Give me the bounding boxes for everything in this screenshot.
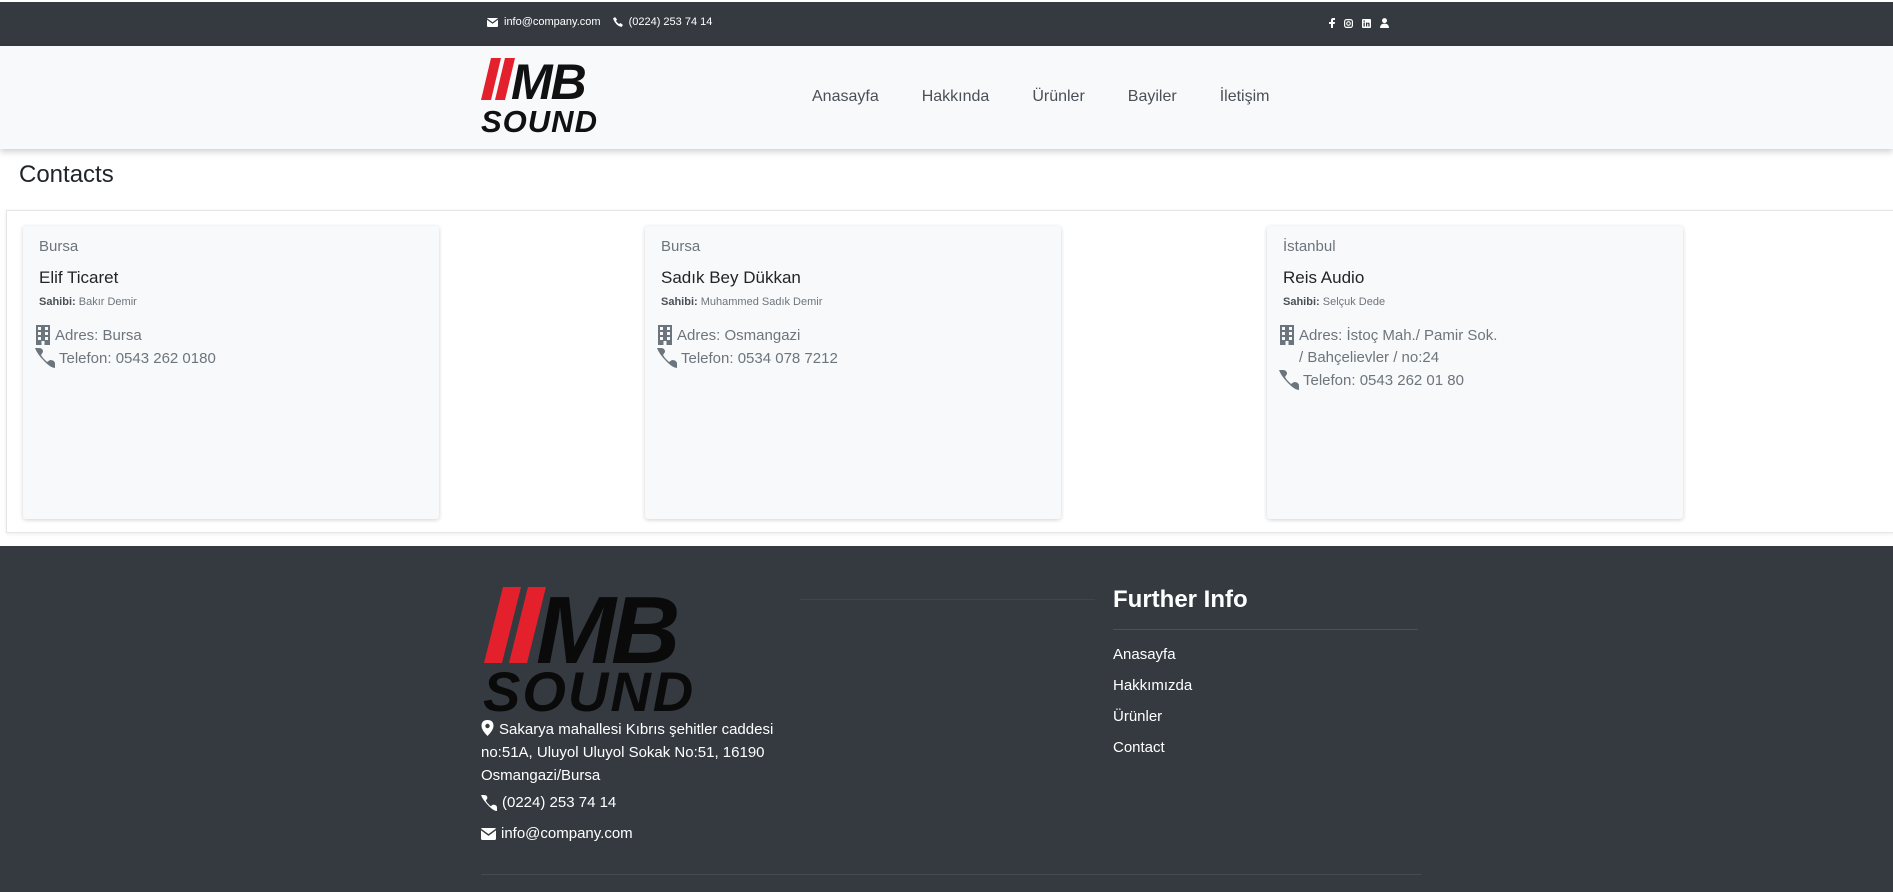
footer-address: Sakarya mahallesi Kıbrıs şehitler caddes… [481,718,781,787]
dealer-card: Bursa Elif Ticaret Sahibi: Bakır Demir A… [23,226,439,519]
footer-phone-text[interactable]: (0224) 253 74 14 [502,794,616,811]
svg-text:SOUND: SOUND [483,660,695,714]
envelope-icon [487,17,498,27]
footer-link-contact[interactable]: Contact [1113,739,1192,770]
top-bar: info@company.com (0224) 253 74 14 [0,2,1893,46]
dealer-card: İstanbul Reis Audio Sahibi: Selçuk Dede … [1267,226,1683,519]
card-address: Adres: Osmangazi [657,325,800,347]
phone-icon [612,17,623,27]
building-icon [658,325,672,345]
footer-phone: (0224) 253 74 14 [481,794,616,811]
instagram-icon[interactable] [1344,18,1353,28]
mb-sound-logo-graphic: MB SOUND [483,577,695,723]
card-city: İstanbul [1283,238,1336,255]
card-city: Bursa [39,238,79,255]
footer-link-anasayfa[interactable]: Anasayfa [1113,646,1192,677]
card-city: Bursa [661,238,701,255]
card-address-line: Adres: İstoç Mah./ Pamir Sok. [1299,327,1498,344]
phone-icon [657,348,677,368]
dealer-card: Bursa Sadık Bey Dükkan Sahibi: Muhammed … [645,226,1061,519]
top-phone[interactable]: (0224) 253 74 14 [629,16,713,28]
top-contact: info@company.com (0224) 253 74 14 [487,16,712,28]
footer-bottom-divider [481,874,1421,875]
card-address-line: Adres: Osmangazi [677,327,801,344]
owner-label: Sahibi: [1283,296,1320,308]
svg-text:SOUND: SOUND [481,104,598,136]
card-address: Adres: İstoç Mah./ Pamir Sok. / Bahçelie… [1279,325,1497,369]
card-phone: Telefon: 0543 262 0180 [35,348,216,370]
card-dealer-name: Reis Audio [1283,268,1365,287]
further-info-divider [1113,629,1418,630]
owner-label: Sahibi: [39,296,76,308]
owner-name: Muhammed Sadık Demir [700,296,823,308]
svg-text:MB: MB [511,56,586,110]
card-phone-text[interactable]: Telefon: 0543 262 01 80 [1303,370,1464,392]
card-phone: Telefon: 0543 262 01 80 [1279,370,1464,392]
footer-address-text: Sakarya mahallesi Kıbrıs şehitler caddes… [481,721,774,784]
mb-sound-logo-graphic: MB SOUND [481,54,598,139]
card-owner: Sahibi: Bakır Demir [39,296,137,308]
building-icon [1280,325,1294,345]
owner-name: Bakır Demir [78,296,137,308]
footer-email: info@company.com [481,825,633,842]
card-owner: Sahibi: Muhammed Sadık Demir [661,296,822,308]
card-owner: Sahibi: Selçuk Dede [1283,296,1385,308]
site-footer: MB SOUND Sakarya mahallesi Kıbrıs şehitl… [0,546,1893,892]
nav-item-iletisim[interactable]: İletişim [1220,88,1270,106]
card-dealer-name: Sadık Bey Dükkan [661,268,801,287]
footer-link-hakkimizda[interactable]: Hakkımızda [1113,677,1192,708]
main-navbar: MB SOUND Anasayfa Hakkında Ürünler Bayil… [0,46,1893,149]
nav-menu: Anasayfa Hakkında Ürünler Bayiler İletiş… [812,88,1312,106]
page-title: Contacts [19,161,114,188]
envelope-icon [481,827,496,840]
footer-logo[interactable]: MB SOUND [481,577,786,723]
footer-divider [800,599,1095,600]
owner-name: Selçuk Dede [1322,296,1386,308]
social-links [1329,18,1389,28]
card-address: Adres: Bursa [35,325,142,347]
top-email-link[interactable]: info@company.com [504,16,601,28]
nav-item-urunler[interactable]: Ürünler [1032,88,1084,106]
footer-link-urunler[interactable]: Ürünler [1113,708,1192,739]
card-address-line: / Bahçelievler / no:24 [1299,349,1440,366]
card-phone: Telefon: 0534 078 7212 [657,348,838,370]
phone-icon [35,348,55,368]
card-phone-text[interactable]: Telefon: 0534 078 7212 [681,348,838,370]
owner-label: Sahibi: [661,296,698,308]
building-icon [36,325,50,345]
nav-item-hakkinda[interactable]: Hakkında [922,88,990,106]
nav-item-bayiler[interactable]: Bayiler [1128,88,1177,106]
further-info-title: Further Info [1113,586,1248,613]
brand-logo[interactable]: MB SOUND [481,54,631,139]
phone-icon [481,794,497,811]
card-phone-text[interactable]: Telefon: 0543 262 0180 [59,348,216,370]
user-icon[interactable] [1380,18,1389,28]
footer-email-text[interactable]: info@company.com [501,825,633,842]
facebook-icon[interactable] [1329,18,1335,28]
nav-item-anasayfa[interactable]: Anasayfa [812,88,879,106]
card-address-line: Adres: Bursa [55,327,142,344]
footer-links: Anasayfa Hakkımızda Ürünler Contact [1113,646,1192,770]
card-dealer-name: Elif Ticaret [39,268,119,287]
linkedin-icon[interactable] [1362,18,1371,28]
map-marker-icon [481,720,494,736]
phone-icon [1279,370,1299,390]
